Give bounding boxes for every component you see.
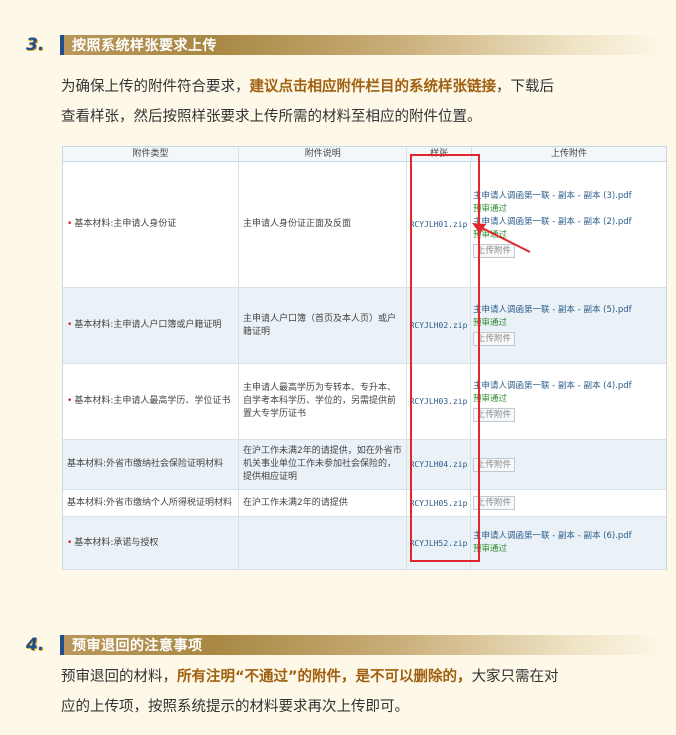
body-text: 应的上传项，按照系统提示的材料要求再次上传即可。 (61, 699, 409, 715)
section-4-paragraph: 预审退回的材料，所有注明“不通过”的附件，是不可以删除的，大家只需在对应的上传项… (61, 662, 665, 722)
paragraph-line: 应的上传项，按照系统提示的材料要求再次上传即可。 (61, 692, 665, 722)
pointer-arrow-icon (472, 223, 531, 253)
section-title-bar: 预审退回的注意事项 (60, 635, 666, 655)
section-title: 预审退回的注意事项 (72, 638, 203, 654)
section-number: 4. (26, 635, 45, 655)
body-text: 预审退回的材料， (61, 669, 177, 685)
emphasis-text: 所有注明“不通过”的附件，是不可以删除的， (177, 669, 472, 685)
paragraph-line: 预审退回的材料，所有注明“不通过”的附件，是不可以删除的，大家只需在对 (61, 662, 665, 692)
section-4-heading: 4. 预审退回的注意事项 (26, 634, 666, 656)
body-text: 大家只需在对 (471, 669, 559, 685)
